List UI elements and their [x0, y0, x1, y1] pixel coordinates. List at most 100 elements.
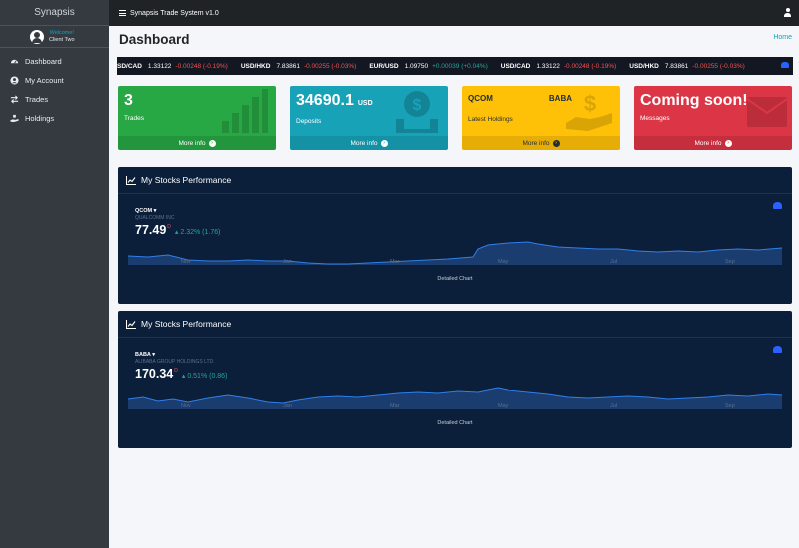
svg-text:$: $: [413, 97, 422, 114]
axis-month-label: Sep: [725, 259, 735, 265]
arrow-circle-right-icon: ›: [208, 139, 216, 147]
stock-performance-card: My Stocks Performance BABA ▾ ALIBABA GRO…: [118, 311, 792, 448]
ticker-change: -0.00255 (-0.03%): [303, 62, 357, 70]
deposits-box: 34690.1 USD Deposits $ More info ›: [290, 86, 448, 150]
ticker-item[interactable]: SD/CAD 1.33122 -0.00248 (-0.19%): [117, 63, 228, 70]
ticker-change: +0.00039 (+0.04%): [432, 62, 488, 70]
arrow-circle-right-icon: ›: [380, 139, 388, 147]
axis-month-label: Mar: [390, 259, 400, 265]
deposits-amount: 34690.1: [296, 92, 354, 109]
money-deposit-icon: $: [394, 89, 440, 138]
gauge-icon: [10, 57, 19, 66]
card-title: My Stocks Performance: [141, 175, 232, 185]
tradingview-logo-icon[interactable]: [773, 346, 782, 353]
system-title: Synapsis Trade System v1.0: [130, 9, 219, 17]
sidebar-item-dashboard[interactable]: Dashboard: [0, 52, 109, 71]
ticker-symbol: SD/CAD: [117, 62, 142, 70]
arrow-circle-right-icon: ›: [724, 139, 732, 147]
top-navbar: Synapsis Trade System v1.0: [109, 0, 799, 26]
menu-toggle-icon[interactable]: [119, 9, 126, 17]
axis-month-label: Sep: [725, 403, 735, 409]
ticker-item[interactable]: USD/HKD 7.83861 -0.00255 (-0.03%): [629, 63, 745, 70]
user-icon[interactable]: [784, 8, 791, 17]
holdings-more-info-link[interactable]: More info ›: [462, 136, 620, 150]
sidebar-item-label: Holdings: [25, 114, 55, 123]
ticker-price: 1.09750: [404, 62, 429, 70]
more-info-label: More info: [350, 139, 378, 147]
chart-widget[interactable]: BABA ▾ ALIBABA GROUP HOLDINGS LTD. 170.3…: [118, 338, 792, 432]
detailed-chart-link[interactable]: Detailed Chart: [128, 415, 782, 432]
messages-label: Messages: [640, 115, 670, 122]
sidebar-item-trades[interactable]: Trades: [0, 90, 109, 109]
welcome-text: Welcome!: [49, 29, 74, 36]
price-change: 2.32% (1.76): [180, 229, 221, 236]
price-change: 0.51% (0.86): [187, 373, 228, 380]
hand-holding-icon: [10, 114, 19, 123]
ticker-tape[interactable]: SD/CAD 1.33122 -0.00248 (-0.19%) USD/HKD…: [117, 57, 793, 75]
page-title: Dashboard: [119, 32, 190, 47]
user-name: Client Two: [49, 36, 75, 43]
more-info-label: More info: [178, 139, 206, 147]
ticker-change: -0.00248 (-0.19%): [175, 62, 228, 70]
user-panel[interactable]: Welcome! Client Two: [0, 26, 109, 48]
ticker-price: 7.83861: [276, 62, 300, 70]
sidebar-item-label: My Account: [25, 76, 64, 85]
ticker-item[interactable]: USD/CAD 1.33122 -0.00248 (-0.19%): [501, 63, 617, 70]
ticker-price: 1.33122: [147, 62, 172, 70]
stock-symbol: BABA: [135, 352, 151, 358]
ticker-symbol: USD/CAD: [500, 62, 531, 70]
sidebar: Synapsis Welcome! Client Two Dashboard M…: [0, 0, 109, 548]
line-chart-icon: [126, 319, 136, 329]
more-info-label: More info: [522, 139, 550, 147]
axis-month-label: Jul: [610, 259, 617, 265]
arrow-circle-right-icon: ›: [552, 139, 560, 147]
deposits-more-info-link[interactable]: More info ›: [290, 136, 448, 150]
axis-month-label: May: [498, 403, 509, 409]
ticker-symbol: USD/HKD: [240, 62, 271, 70]
ticker-item[interactable]: USD/HKD 7.83861 -0.00255 (-0.03%): [241, 63, 357, 70]
sidebar-item-holdings[interactable]: Holdings: [0, 109, 109, 128]
axis-month-label: Mar: [390, 403, 400, 409]
ticker-item[interactable]: EUR/USD 1.09750 +0.00039 (+0.04%): [369, 63, 487, 70]
brand-link[interactable]: Synapsis: [0, 0, 109, 26]
sidebar-nav: Dashboard My Account Trades Holdings: [0, 52, 109, 128]
company-name: QUALCOMM INC: [135, 215, 175, 221]
price-area-chart[interactable]: Nov Jan Mar May Jul Sep: [128, 383, 782, 415]
axis-month-label: May: [498, 259, 509, 265]
svg-text:$: $: [584, 91, 596, 116]
stock-price: 77.49: [135, 223, 167, 237]
holdings-box: QCOM BABA Latest Holdings $ More info ›: [462, 86, 620, 150]
messages-status: Coming soon!: [640, 92, 748, 109]
chart-widget[interactable]: QCOM ▾ QUALCOMM INC 77.49 D ▴ 2.32% (1.7…: [118, 194, 792, 288]
sidebar-item-label: Trades: [25, 95, 49, 104]
axis-month-label: Jan: [283, 403, 292, 409]
deposits-currency: USD: [357, 100, 373, 107]
trades-more-info-link[interactable]: More info ›: [118, 136, 276, 150]
sidebar-item-my-account[interactable]: My Account: [0, 71, 109, 90]
ticker-price: 7.83861: [664, 62, 689, 70]
tradingview-logo-icon[interactable]: [781, 62, 789, 68]
messages-more-info-link[interactable]: More info ›: [634, 136, 792, 150]
stock-symbol: QCOM: [135, 208, 153, 214]
user-circle-icon: [10, 76, 19, 85]
company-name: ALIBABA GROUP HOLDINGS LTD.: [135, 359, 215, 365]
hand-holding-usd-icon: $: [566, 89, 612, 138]
detailed-chart-link[interactable]: Detailed Chart: [128, 271, 782, 288]
price-area-chart[interactable]: Nov Jan Mar May Jul Sep: [128, 239, 782, 271]
trades-box: 3 Trades More info ›: [118, 86, 276, 150]
stock-price: 170.34: [135, 367, 174, 381]
tradingview-logo-icon[interactable]: [773, 202, 782, 209]
axis-month-label: Jul: [610, 403, 617, 409]
avatar: [30, 29, 44, 44]
brand-text: Synapsis: [34, 7, 75, 18]
axis-month-label: Jan: [283, 259, 292, 265]
card-header: My Stocks Performance: [118, 167, 792, 194]
sidebar-item-label: Dashboard: [25, 57, 62, 66]
more-info-label: More info: [694, 139, 722, 147]
ticker-change: -0.00248 (-0.19%): [563, 62, 617, 70]
ticker-symbol: USD/HKD: [629, 62, 659, 70]
card-title: My Stocks Performance: [141, 319, 232, 329]
axis-month-label: Nov: [181, 403, 191, 409]
breadcrumb-home[interactable]: Home: [773, 34, 792, 41]
axis-month-label: Nov: [181, 259, 191, 265]
